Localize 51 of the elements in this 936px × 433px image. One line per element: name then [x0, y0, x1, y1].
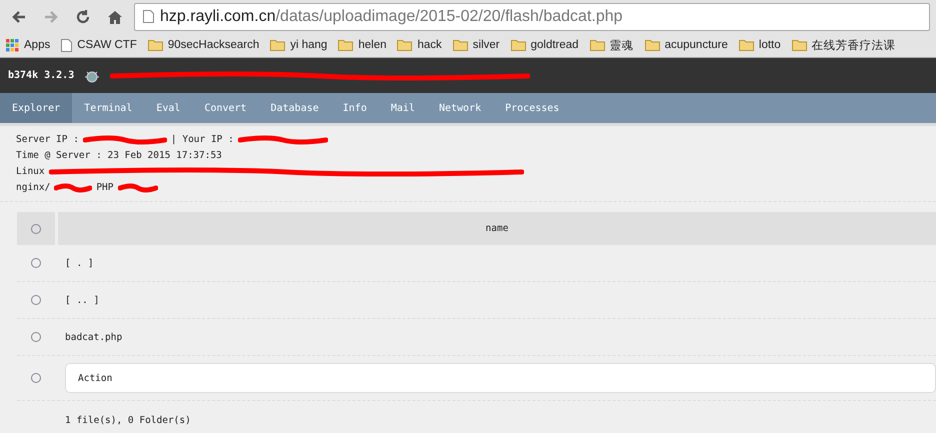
- row-radio[interactable]: [31, 332, 41, 342]
- redaction-mark: [54, 182, 92, 192]
- row-radio[interactable]: [31, 373, 41, 383]
- brand-title: b374k 3.2.3: [8, 70, 74, 81]
- bookmark[interactable]: silver: [452, 39, 500, 51]
- file-name[interactable]: badcat.php: [65, 332, 122, 342]
- page-icon: [143, 10, 154, 23]
- folder-icon: [792, 39, 807, 51]
- redaction-mark: [118, 182, 158, 192]
- row-radio[interactable]: [31, 295, 41, 305]
- reload-icon: [75, 8, 91, 24]
- bookmark[interactable]: CSAW CTF: [61, 38, 137, 52]
- web-server-label: nginx/: [16, 182, 50, 193]
- nav-tab[interactable]: Explorer: [0, 93, 72, 123]
- row-radio[interactable]: [31, 258, 41, 268]
- select-all-radio[interactable]: [31, 224, 41, 234]
- folder-icon: [338, 39, 354, 51]
- action-field[interactable]: Action: [65, 363, 936, 393]
- os-label: Linux: [16, 166, 45, 177]
- folder-icon: [590, 39, 605, 51]
- folder-icon: [148, 39, 163, 51]
- bookmark[interactable]: yi hang: [270, 39, 328, 51]
- apps-grid-icon: [6, 38, 19, 52]
- bookmark[interactable]: Apps: [6, 38, 50, 52]
- back-arrow-icon: [11, 8, 27, 24]
- address-bar[interactable]: hzp.rayli.com.cn/datas/uploadimage/2015-02/20/flash/badcat.php: [134, 2, 930, 30]
- page-icon: [61, 38, 72, 52]
- file-name[interactable]: [ .. ]: [65, 294, 100, 306]
- bookmark[interactable]: lotto: [738, 39, 781, 51]
- bookmark[interactable]: 在线芳香疗法课: [792, 38, 896, 52]
- forward-arrow-icon: [43, 8, 59, 24]
- server-ip-label: Server IP :: [16, 134, 79, 145]
- your-ip-label: | Your IP :: [170, 134, 234, 145]
- bookmark[interactable]: helen: [338, 39, 386, 51]
- php-label: PHP: [96, 182, 114, 193]
- folder-icon: [510, 39, 526, 51]
- home-icon: [107, 8, 123, 24]
- folder-icon: [644, 39, 660, 51]
- folder-icon: [738, 39, 754, 51]
- bookmark[interactable]: hack: [397, 39, 442, 51]
- folder-icon: [397, 39, 412, 51]
- column-header: name: [58, 212, 936, 245]
- bookmark[interactable]: goldtread: [510, 39, 579, 51]
- file-count: 1 file(s), 0 Folder(s): [65, 415, 191, 426]
- file-name[interactable]: [ . ]: [65, 258, 94, 268]
- folder-icon: [452, 39, 468, 51]
- folder-icon: [270, 39, 286, 51]
- bookmark[interactable]: acupuncture: [644, 39, 728, 51]
- server-time: Time @ Server : 23 Feb 2015 17:37:53: [16, 150, 222, 161]
- bookmark[interactable]: 90secHacksearch: [148, 39, 260, 51]
- bookmark[interactable]: 靈魂: [590, 38, 634, 52]
